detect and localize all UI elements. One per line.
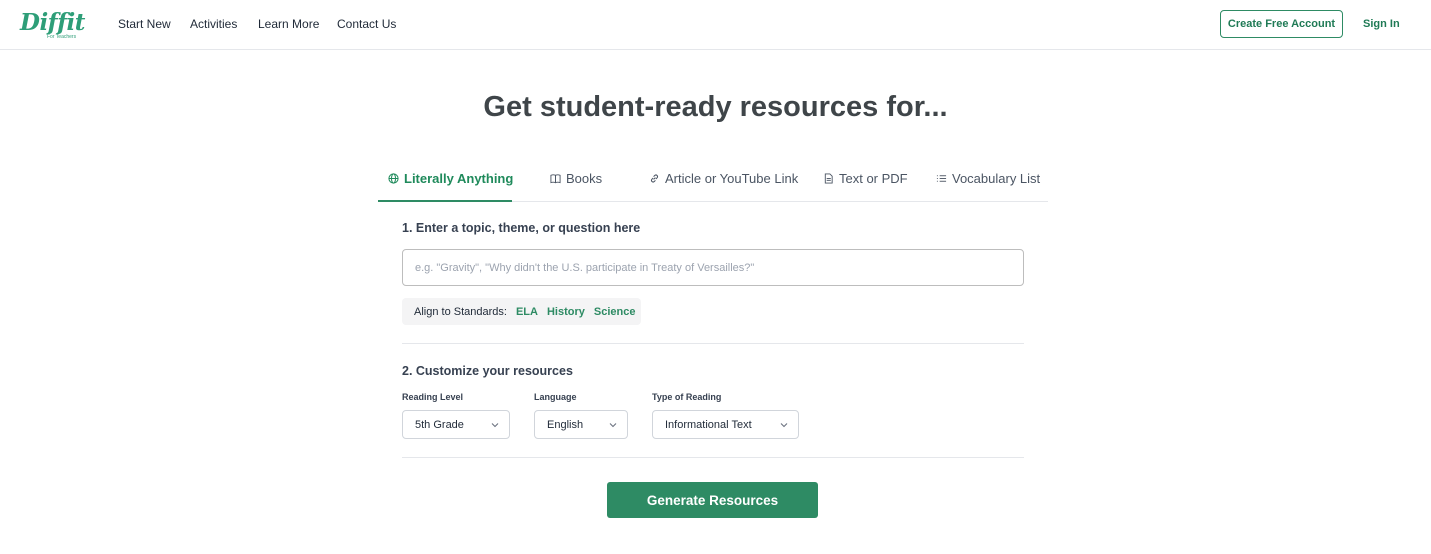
book-icon: [549, 171, 561, 185]
nav-learn-more[interactable]: Learn More: [258, 17, 319, 31]
nav-contact-us[interactable]: Contact Us: [337, 17, 396, 31]
tab-label: Books: [566, 171, 603, 186]
tab-label: Text or PDF: [839, 171, 908, 186]
top-navbar: Diffit For Teachers Start New Activities…: [0, 0, 1431, 50]
align-to-standards-bar: Align to Standards: ELA History Science: [402, 298, 641, 325]
tab-literally-anything[interactable]: Literally Anything: [378, 166, 514, 202]
step1-heading: 1. Enter a topic, theme, or question her…: [402, 221, 641, 235]
document-icon: [822, 171, 834, 185]
sign-in-link[interactable]: Sign In: [1363, 17, 1400, 31]
nav-start-new[interactable]: Start New: [118, 17, 171, 31]
page-title: Get student-ready resources for...: [483, 91, 948, 123]
tab-label: Article or YouTube Link: [665, 171, 799, 186]
tab-books[interactable]: Books: [549, 166, 602, 202]
chevron-down-icon: [609, 423, 617, 428]
generate-resources-button[interactable]: Generate Resources: [607, 482, 818, 518]
reading-level-label: Reading Level: [402, 392, 464, 402]
reading-level-value: 5th Grade: [415, 418, 464, 431]
tab-vocabulary-list[interactable]: Vocabulary List: [935, 166, 1040, 202]
type-of-reading-label: Type of Reading: [652, 392, 722, 402]
tab-label: Literally Anything: [404, 171, 514, 186]
reading-level-select[interactable]: 5th Grade: [402, 410, 510, 439]
logo-wordmark: Diffit: [20, 9, 85, 36]
tab-article-or-youtube-link[interactable]: Article or YouTube Link: [648, 166, 798, 202]
create-free-account-button[interactable]: Create Free Account: [1220, 10, 1343, 38]
language-select[interactable]: English: [534, 410, 628, 439]
link-icon: [648, 171, 660, 185]
list-icon: [935, 171, 947, 185]
nav-activities[interactable]: Activities: [190, 17, 237, 31]
topic-input[interactable]: [402, 249, 1024, 286]
section-divider: [402, 457, 1024, 458]
standard-history-link[interactable]: History: [547, 306, 585, 318]
source-type-tabs: Literally Anything Books Article or YouT…: [378, 166, 1048, 202]
section-divider: [402, 343, 1024, 344]
language-value: English: [547, 418, 584, 431]
tab-label: Vocabulary List: [952, 171, 1041, 186]
tab-text-or-pdf[interactable]: Text or PDF: [822, 166, 908, 202]
type-of-reading-value: Informational Text: [665, 418, 752, 431]
standards-label: Align to Standards:: [414, 305, 507, 318]
standard-science-link[interactable]: Science: [594, 306, 636, 318]
type-of-reading-select[interactable]: Informational Text: [652, 410, 799, 439]
chevron-down-icon: [491, 423, 499, 428]
logo-tagline: For Teachers: [47, 34, 77, 40]
chevron-down-icon: [780, 423, 788, 428]
diffit-logo[interactable]: Diffit For Teachers: [20, 9, 85, 42]
language-label: Language: [534, 392, 577, 402]
globe-icon: [388, 171, 399, 185]
step2-heading: 2. Customize your resources: [402, 364, 573, 378]
standard-ela-link[interactable]: ELA: [516, 306, 538, 318]
